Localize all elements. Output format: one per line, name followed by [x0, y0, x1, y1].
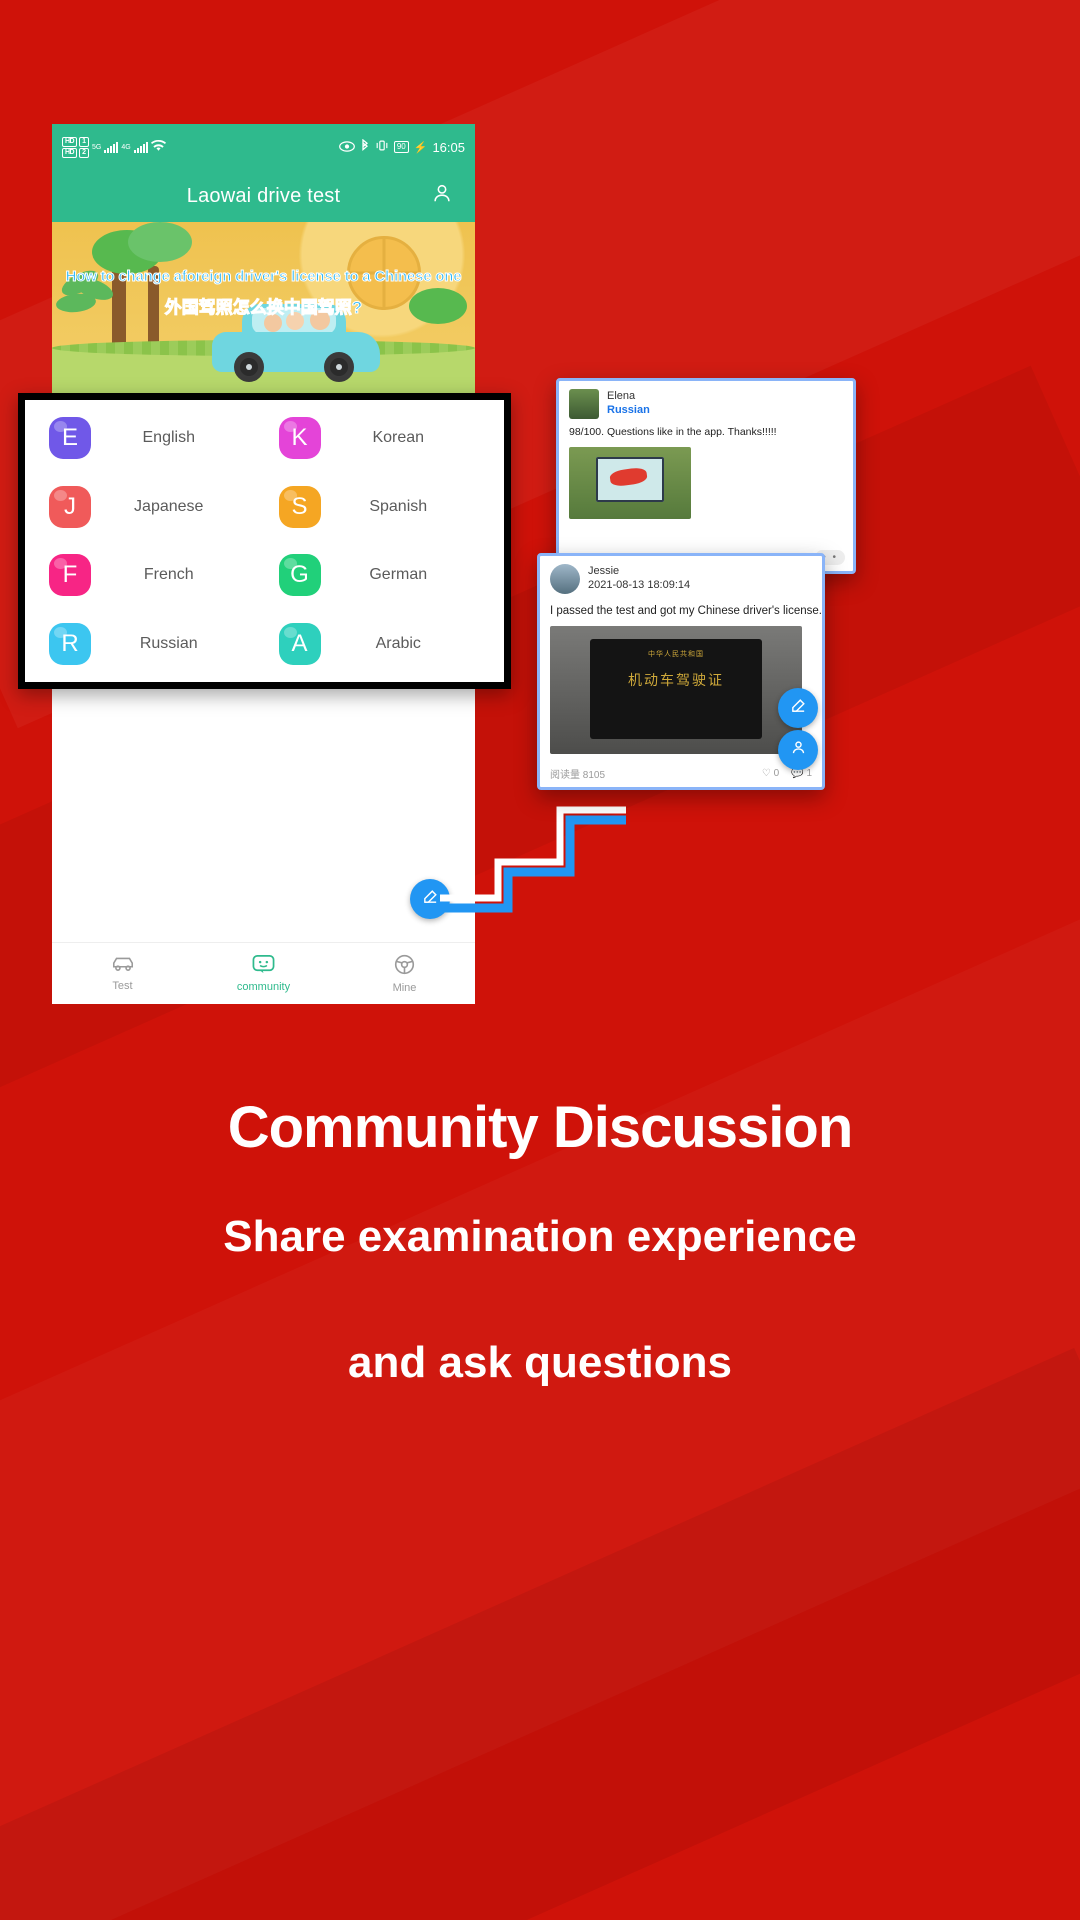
battery-icon: 90 — [393, 141, 409, 153]
comment-text: I passed the test and got my Chinese dri… — [550, 605, 822, 617]
status-bar-time: 16:05 — [432, 139, 465, 155]
avatar — [550, 564, 580, 594]
language-label: Russian — [139, 634, 198, 652]
language-letter-icon: E — [49, 417, 91, 460]
language-letter-icon: J — [49, 485, 91, 528]
card-read-count: 阅读量 8105 — [550, 770, 606, 781]
network-label-2: 4G — [121, 143, 131, 151]
tab-label: Test — [112, 980, 133, 992]
promo-banner[interactable]: How to change aforeign driver's license … — [52, 222, 475, 404]
language-option-english[interactable]: E English — [35, 404, 265, 473]
language-letter-icon: S — [278, 485, 321, 528]
bottom-tab-bar[interactable]: Test community Mine — [52, 942, 475, 1004]
commenter-name: Elena — [607, 390, 636, 402]
like-count: 0 — [773, 768, 780, 779]
comment-date: 2021-08-13 18:09:14 — [588, 579, 691, 591]
signal-bars-icon-2 — [133, 141, 148, 153]
app-title-bar: Laowai drive test — [52, 170, 475, 222]
tab-label: community — [236, 981, 291, 993]
language-label: Korean — [372, 429, 425, 447]
license-photo[interactable]: 中华人民共和国 机动车驾驶证 — [550, 626, 802, 754]
steering-wheel-icon — [394, 954, 415, 979]
language-option-japanese[interactable]: J Japanese — [35, 473, 265, 542]
language-label: German — [369, 566, 428, 584]
card-footer: 阅读量 8105 ♡ 0 💬 1 — [540, 762, 822, 787]
floating-comment-card-elena[interactable]: Elena Russian 98/100. Questions like in … — [556, 378, 856, 574]
language-option-spanish[interactable]: S Spanish — [265, 473, 495, 542]
caption-headline: Community Discussion — [227, 1095, 854, 1160]
signal-bars-icon-1 — [104, 141, 119, 153]
hd-label-2: HD — [62, 147, 78, 158]
car-icon — [111, 955, 135, 977]
card-header: Jessie 2021-08-13 18:09:14 — [540, 556, 822, 598]
commenter-name: Jessie — [588, 565, 620, 577]
language-letter-icon: G — [278, 554, 321, 597]
caption-subline-1: Share examination experience — [223, 1212, 857, 1261]
language-option-arabic[interactable]: A Arabic — [265, 610, 495, 679]
language-selection-dialog[interactable]: E English K Korean J Japanese S Spanish … — [18, 393, 511, 689]
language-option-russian[interactable]: R Russian — [35, 610, 265, 679]
license-small-text: 中华人民共和国 — [648, 651, 704, 659]
edit-pencil-icon — [790, 697, 807, 719]
language-option-korean[interactable]: K Korean — [265, 404, 495, 473]
language-label: Arabic — [375, 634, 421, 652]
bluetooth-icon — [360, 138, 370, 156]
caption-subline-2: and ask questions — [348, 1338, 732, 1387]
status-bar: HD 1 HD 2 5G 4G 90 ⚡ 16:05 — [52, 124, 475, 170]
language-label: English — [142, 429, 195, 447]
comment-count: 1 — [806, 768, 812, 779]
dual-sim-indicators: HD 1 HD 2 — [62, 136, 90, 158]
network-label-1: 5G — [92, 143, 102, 151]
heart-icon: ♡ — [761, 768, 771, 779]
tab-label: Mine — [392, 981, 417, 994]
connector-arrow — [440, 806, 626, 913]
tab-test[interactable]: Test — [52, 943, 193, 1004]
app-title: Laowai drive test — [186, 184, 341, 207]
status-bar-right: 90 ⚡ 16:05 — [338, 138, 465, 156]
commenter-language: Russian — [607, 404, 650, 416]
status-bar-left: HD 1 HD 2 5G 4G — [62, 136, 166, 158]
hd-label-1: HD — [62, 136, 78, 147]
tab-community[interactable]: community — [193, 943, 334, 1004]
language-letter-icon: F — [49, 554, 91, 597]
eye-icon — [338, 140, 355, 155]
language-letter-icon: A — [278, 622, 321, 665]
charging-bolt-icon: ⚡ — [413, 141, 428, 154]
banner-text: How to change aforeign driver's license … — [52, 268, 475, 318]
sim-label-2: 2 — [79, 147, 90, 158]
banner-line-2: 外国驾照怎么换中国驾照? — [164, 298, 363, 318]
chat-smile-icon — [252, 954, 275, 978]
language-label: French — [143, 566, 194, 584]
language-option-german[interactable]: G German — [265, 541, 495, 610]
floating-profile-button[interactable] — [778, 730, 818, 770]
language-letter-icon: R — [49, 622, 91, 665]
tab-mine[interactable]: Mine — [334, 943, 475, 1004]
floating-edit-button[interactable] — [778, 688, 818, 728]
like-count-group[interactable]: ♡ 0 — [762, 768, 779, 779]
comment-photo[interactable] — [569, 447, 691, 519]
language-label: Spanish — [369, 497, 428, 515]
card-header: Elena Russian — [559, 381, 853, 423]
language-letter-icon: K — [278, 417, 321, 460]
language-option-french[interactable]: F French — [35, 541, 265, 610]
license-text: 机动车驾驶证 — [628, 671, 724, 688]
avatar — [569, 389, 599, 419]
car-illustration — [212, 304, 380, 382]
wifi-icon — [150, 139, 166, 155]
person-icon[interactable] — [431, 182, 453, 210]
language-label: Japanese — [134, 497, 204, 515]
banner-line-1: How to change aforeign driver's license … — [65, 268, 462, 286]
battery-level-label: 90 — [396, 142, 406, 151]
person-add-icon — [790, 739, 807, 761]
vibrate-icon — [375, 139, 389, 155]
comment-text: 98/100. Questions like in the app. Thank… — [569, 426, 777, 438]
foliage — [128, 222, 192, 262]
sim-label-1: 1 — [79, 136, 90, 147]
